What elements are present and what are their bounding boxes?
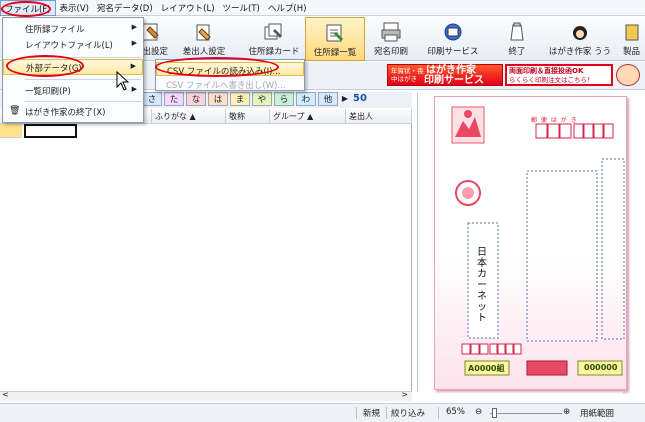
kana-tab-ta[interactable]: た <box>164 92 184 106</box>
menu-view[interactable]: 表示(V) <box>56 0 93 16</box>
kana-tab-other[interactable]: 他 <box>318 92 338 106</box>
product-button[interactable]: 製品 <box>618 17 645 61</box>
submenu-arrow-icon: ▶ <box>131 85 137 93</box>
address-list-button[interactable]: 住所録一覧 <box>305 17 365 61</box>
menu-item-layout-file-label: レイアウトファイル(L) <box>25 41 113 51</box>
print-service-banner[interactable]: 年賀状・喪中はがき はがき作家 印刷サービス <box>387 64 503 86</box>
zoom-out-icon[interactable]: ⊖ <box>475 407 482 417</box>
sender-person-settings-label: 差出人設定 <box>182 47 226 57</box>
kana-tab-ra[interactable]: ら <box>274 92 294 106</box>
hagaki-sakka-label: はがき作家 うう <box>548 47 612 57</box>
address-card-label: 住所録カード <box>248 47 300 57</box>
kana-tab-ma[interactable]: ま <box>230 92 250 106</box>
kana-tab-ya[interactable]: や <box>252 92 272 106</box>
product-icon <box>625 24 638 41</box>
menu-address-data[interactable]: 宛名データ(D) <box>93 0 157 16</box>
menu-item-layout-file[interactable]: レイアウトファイル(L) ▶ <box>3 37 143 53</box>
address-grid: ふりがな ▲ 敬称 グループ ▲ 差出人 < > <box>0 109 412 401</box>
printer-icon <box>381 22 401 42</box>
submenu-arrow-icon: ▶ <box>131 23 137 31</box>
menu-separator <box>25 101 141 102</box>
gojuon-toggle[interactable]: 50 <box>350 92 370 108</box>
postcard-preview-pane: 郵 便 は が き 日本カーネット A0000組 000000 <box>417 92 645 394</box>
lottery-group: A0000組 <box>468 364 505 373</box>
mouse-cursor-icon <box>116 71 130 91</box>
print-service-button[interactable]: 印刷サービス <box>425 17 481 61</box>
duplex-banner-line2: らくらく印刷注文はこちら！ <box>509 76 594 84</box>
address-print-button[interactable]: 宛名印刷 <box>368 17 414 61</box>
sender-person-settings-button[interactable]: 差出人設定 <box>176 17 232 61</box>
status-separator <box>356 407 357 419</box>
grid-header-honorific[interactable]: 敬称 <box>226 109 270 124</box>
annotation-ring-file-menu <box>1 1 51 17</box>
status-separator <box>438 407 439 419</box>
menu-item-csv-export[interactable]: CSV ファイルへ書き出し(W)... <box>156 77 304 91</box>
grid-row-header[interactable] <box>0 124 22 138</box>
scroll-left-icon[interactable]: < <box>2 390 9 399</box>
paper-range: 用紙範囲 <box>580 409 615 419</box>
kana-tab-wa[interactable]: わ <box>296 92 316 106</box>
banner-small-text: 年賀状・喪中はがき <box>391 67 424 83</box>
postcard-art <box>451 106 625 376</box>
zoom-level: 65% <box>446 407 465 417</box>
duplex-banner-line1: 両面印刷＆直接投函OK <box>509 67 584 75</box>
exit-menu-icon: 🗑 <box>9 106 21 116</box>
address-print-label: 宛名印刷 <box>373 47 408 57</box>
address-card-icon <box>264 23 282 40</box>
zoom-slider-track[interactable] <box>490 413 562 414</box>
menu-bar: ファイル(F) 表示(V) 宛名データ(D) レイアウト(L) ツール(T) ヘ… <box>0 0 645 16</box>
zoom-slider-thumb[interactable] <box>492 408 497 418</box>
exit-icon <box>510 22 524 41</box>
status-filter: 絞り込み <box>391 409 426 419</box>
submenu-arrow-icon: ▶ <box>130 62 136 70</box>
postal-label: 郵 便 は が き <box>531 117 578 124</box>
exit-button[interactable]: 終了 <box>502 17 532 61</box>
submenu-arrow-icon: ▶ <box>131 39 137 47</box>
banner-subtitle: 印刷サービス <box>424 75 484 86</box>
print-service-icon <box>444 23 462 41</box>
grid-header-group[interactable]: グループ ▲ <box>270 109 346 124</box>
menu-item-exit[interactable]: 🗑 はがき作家の終了(X) <box>3 104 143 120</box>
annotation-ring-external-data <box>6 55 84 77</box>
horizontal-scrollbar[interactable]: < > <box>0 390 412 401</box>
kana-tab-ha[interactable]: は <box>208 92 228 106</box>
selected-cell[interactable] <box>24 124 77 138</box>
menu-item-address-file[interactable]: 住所録ファイル ▶ <box>3 21 143 37</box>
duplex-print-banner[interactable]: 両面印刷＆直接投函OK らくらく印刷注文はこちら！ <box>505 64 613 86</box>
menu-layout[interactable]: レイアウト(L) <box>157 0 219 16</box>
address-list-icon <box>326 24 343 42</box>
address-card-button[interactable]: 住所録カード <box>246 17 302 61</box>
menu-help[interactable]: ヘルプ(H) <box>264 0 311 16</box>
product-label: 製品 <box>622 47 640 57</box>
exit-label: 終了 <box>508 47 526 57</box>
status-new: 新規 <box>363 409 381 419</box>
print-service-label: 印刷サービス <box>427 47 479 57</box>
scroll-right-icon[interactable]: > <box>401 390 408 399</box>
grid-header-furigana[interactable]: ふりがな ▲ <box>152 109 226 124</box>
menu-item-exit-label: はがき作家の終了(X) <box>25 108 106 118</box>
tab-scroll-right-icon[interactable]: ▶ <box>340 92 350 106</box>
grid-header-sender[interactable]: 差出人 <box>346 109 412 124</box>
status-bar: 新規 絞り込み 65% ⊖ ⊕ 用紙範囲 <box>0 403 645 422</box>
mascot-icon <box>573 26 587 40</box>
postcard: 郵 便 は が き 日本カーネット A0000組 000000 <box>434 96 627 390</box>
recipient-name: 日本カーネット <box>477 247 487 324</box>
zoom-in-icon[interactable]: ⊕ <box>563 407 570 417</box>
address-list-label: 住所録一覧 <box>313 48 357 58</box>
menu-item-address-file-label: 住所録ファイル <box>25 25 85 35</box>
sender-person-icon <box>196 24 211 41</box>
hagaki-sakka-button[interactable]: はがき作家 うう <box>546 17 614 61</box>
status-separator <box>386 407 387 419</box>
kana-tab-na[interactable]: な <box>186 92 206 106</box>
menu-tools[interactable]: ツール(T) <box>219 0 264 16</box>
lottery-number: 000000 <box>584 363 618 372</box>
annotation-ring-csv-import <box>155 57 279 77</box>
kana-tab-sa[interactable]: さ <box>142 92 162 106</box>
menu-item-list-print-label: 一覧印刷(P) <box>25 87 71 97</box>
mascot-face-icon <box>616 64 640 86</box>
